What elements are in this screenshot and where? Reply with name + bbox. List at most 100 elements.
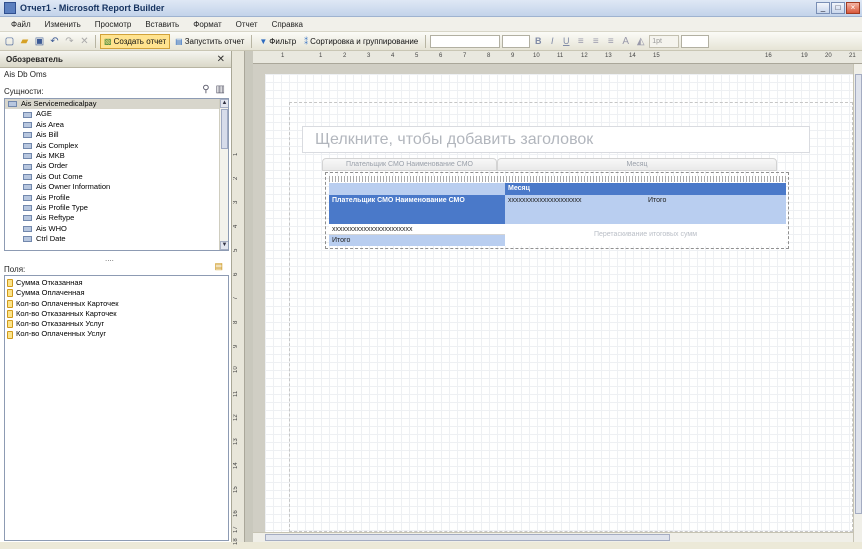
menu-help[interactable]: Справка [265,20,310,29]
menu-report[interactable]: Отчет [229,20,265,29]
vertical-ruler: 1 2 3 4 5 6 7 8 9 10 11 12 13 14 15 16 1… [232,51,245,545]
new-report-icon[interactable]: ▢ [3,35,16,48]
run-report-label: Запустить отчет [184,36,245,46]
toolbar-separator [251,34,253,48]
matrix-corner-cell[interactable] [329,183,505,195]
row-value-cell[interactable]: xxxxxxxxxxxxxxxxxxxxxxx [329,224,505,235]
font-color-icon[interactable]: A [619,35,632,48]
total-row-cell[interactable]: Итого [329,235,505,246]
ruler-label: 13 [605,53,612,59]
fill-color-icon[interactable]: ◭ [634,35,647,48]
ruler-label: 8 [233,320,239,324]
list-item[interactable]: Кол-во Оплаченных Услуг [5,329,228,339]
redo-icon[interactable]: ↷ [63,35,76,48]
list-item[interactable]: Ais Owner Information [5,182,228,192]
font-size-combo[interactable] [502,34,531,48]
open-folder-icon[interactable]: ▰ [18,35,31,48]
list-item[interactable]: Ais Bill [5,130,228,140]
run-report-button[interactable]: ▤ Запустить отчет [172,34,247,49]
entity-label: Ais Bill [36,130,59,140]
report-title-placeholder[interactable]: Щелкните, чтобы добавить заголовок [302,126,810,153]
ruler-label: 11 [233,390,239,398]
list-item[interactable]: Сумма Оплаченная [5,288,228,298]
entity-tree[interactable]: Ais Servicemedicalpay AGE Ais Area Ais B… [4,98,229,251]
report-page[interactable]: Щелкните, чтобы добавить заголовок Плате… [265,74,853,532]
list-item[interactable]: Кол-во Оплаченных Карточек [5,299,228,309]
list-item[interactable]: Ais WHO [5,224,228,234]
field-label: Кол-во Отказанных Услуг [16,319,105,329]
search-icon[interactable]: ⚲ [202,84,209,95]
undo-icon[interactable]: ↶ [48,35,61,48]
entity-icon [23,173,32,180]
data-cell[interactable]: xxxxxxxxxxxxxxxxxxxxx [505,195,645,224]
line-style-combo[interactable] [681,34,710,48]
entity-label: Ais MKB [36,150,65,160]
scroll-down-icon[interactable]: ▼ [220,241,228,250]
maximize-button[interactable]: □ [831,2,845,14]
column-group-caption[interactable]: Месяц [497,158,777,171]
align-left-icon[interactable]: ≡ [574,35,587,48]
filter-button[interactable]: ▼ Фильтр [256,34,299,49]
horizontal-scrollbar[interactable] [253,532,853,542]
matrix-table[interactable]: Месяц Плательщик СМО Наименование СМО xx… [325,172,789,249]
line-width-combo[interactable]: 1pt [649,34,680,48]
align-right-icon[interactable]: ≡ [604,35,617,48]
menu-file[interactable]: Файл [4,20,38,29]
list-item[interactable]: Ais Complex [5,141,228,151]
font-name-combo[interactable] [430,34,501,48]
sort-group-button[interactable]: ⁑ Сортировка и группирование [301,34,421,49]
new-field-icon[interactable]: ▤ [214,261,223,272]
menu-view[interactable]: Просмотр [88,20,139,29]
entity-icon [23,153,32,160]
list-item[interactable]: Ais Reftype [5,213,228,223]
close-icon[interactable]: ✕ [217,54,225,65]
list-item[interactable]: AGE [5,109,228,119]
total-column-cell[interactable]: Итого [645,195,786,224]
entity-item-root[interactable]: Ais Servicemedicalpay [5,99,228,110]
list-item[interactable]: Кол-во Отказанных Карточек [5,309,228,319]
menu-insert[interactable]: Вставить [138,20,186,29]
create-report-button[interactable]: ▧ Создать отчет [100,33,171,49]
list-item[interactable]: Ais Profile [5,193,228,203]
align-center-icon[interactable]: ≡ [589,35,602,48]
italic-button[interactable]: I [546,36,558,46]
menu-edit[interactable]: Изменить [38,20,88,29]
entity-label: Ais Profile [36,192,70,202]
column-header-cell[interactable]: Месяц [505,183,786,195]
close-window-button[interactable]: × [846,2,860,14]
list-item[interactable]: Ais MKB [5,151,228,161]
window-title: Отчет1 - Microsoft Report Builder [20,3,165,13]
list-item[interactable]: Ctrl Date [5,234,228,244]
list-item[interactable]: Кол-во Отказанных Услуг [5,319,228,329]
underline-button[interactable]: U [560,36,572,46]
field-label: Сумма Отказанная [16,278,83,287]
ruler-label: 8 [487,53,491,59]
ruler-label: 3 [233,200,239,204]
scroll-thumb[interactable] [855,74,862,514]
list-item[interactable]: Ais Area [5,120,228,130]
list-item[interactable]: Ais Out Come [5,172,228,182]
list-item[interactable]: Ais Profile Type [5,203,228,213]
bold-button[interactable]: B [532,36,544,46]
explorer-header: Обозреватель ✕ [0,51,231,68]
row-header-cell[interactable]: Плательщик СМО Наименование СМО [329,195,505,224]
filter-icon[interactable]: ▥ [216,84,225,95]
row-group-caption[interactable]: Плательщик СМО Наименование СМО [322,158,497,171]
ruler-label: 12 [233,414,239,422]
delete-icon[interactable]: ✕ [78,35,91,48]
vertical-scrollbar[interactable] [853,64,862,542]
scroll-up-icon[interactable]: ▲ [220,99,228,108]
fields-list[interactable]: Сумма Отказанная Сумма Оплаченная Кол-во… [4,275,229,541]
menu-format[interactable]: Формат [186,20,228,29]
pane-splitter[interactable]: .... [105,254,114,263]
ruler-label: 14 [233,462,239,470]
list-item[interactable]: Ais Order [5,161,228,171]
ruler-label: 4 [233,224,239,228]
list-item[interactable]: Сумма Отказанная [5,278,228,288]
save-icon[interactable]: ▣ [33,35,46,48]
matrix-handle[interactable] [329,176,786,182]
scroll-thumb[interactable] [265,534,670,541]
minimize-button[interactable]: _ [816,2,830,14]
entity-scrollbar[interactable]: ▲ ▼ [219,99,228,250]
scroll-thumb[interactable] [221,109,228,149]
